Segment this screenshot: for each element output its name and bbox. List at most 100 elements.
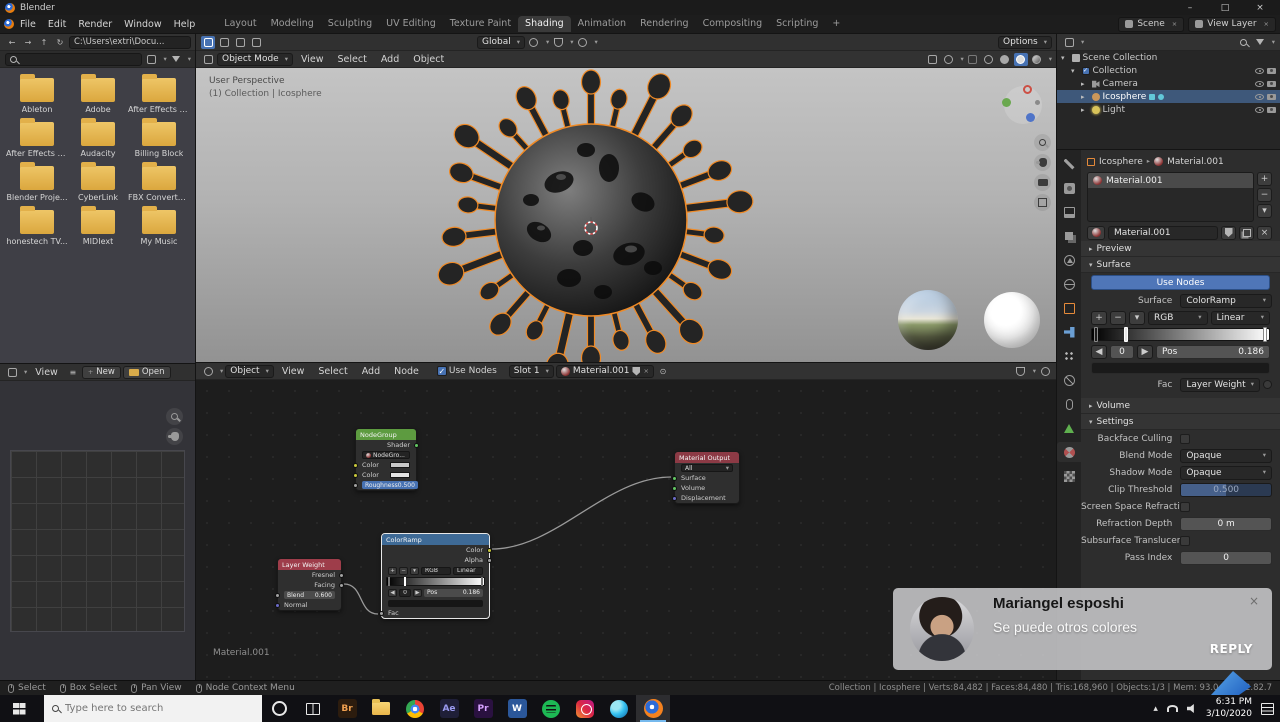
prev-stop-button[interactable]: ◀: [1091, 344, 1107, 359]
blend-input-socket[interactable]: [275, 592, 280, 598]
app-instagram[interactable]: [568, 695, 602, 722]
tab-material[interactable]: [1057, 442, 1081, 462]
file-search-input[interactable]: [20, 54, 138, 64]
tab-output[interactable]: [1057, 202, 1081, 222]
folder-item[interactable]: Blender Proje...: [6, 162, 68, 204]
menu-object[interactable]: Object: [407, 52, 450, 67]
pin-button[interactable]: ⊙: [656, 365, 670, 378]
folder-item[interactable]: My Music: [128, 206, 190, 248]
color-swatch[interactable]: [390, 472, 410, 478]
slot-specials-button[interactable]: ▾: [1257, 204, 1272, 218]
fake-user-button[interactable]: [1221, 225, 1236, 240]
ramp-stop-active[interactable]: [1123, 327, 1128, 342]
menu-select[interactable]: Select: [332, 52, 373, 67]
editor-type-button[interactable]: [201, 365, 215, 378]
chevron-down-icon[interactable]: ▾: [1033, 368, 1036, 375]
ramp-mode-select[interactable]: RGB: [421, 566, 451, 575]
options-dropdown[interactable]: Options ▾: [998, 35, 1052, 49]
active-tool-button[interactable]: [201, 35, 215, 49]
snap-toggle-button[interactable]: [551, 36, 565, 49]
panel-surface[interactable]: ▾ Surface: [1081, 257, 1280, 273]
app-word[interactable]: W: [500, 695, 534, 722]
node-material-output[interactable]: Material Output All ▾ Surface Volume Disp…: [672, 451, 740, 504]
taskbar-search[interactable]: [44, 695, 262, 722]
color-ramp-gradient[interactable]: [386, 577, 485, 586]
fac-input-socket[interactable]: [379, 610, 384, 616]
node-layer-weight[interactable]: Layer Weight Fresnel Facing Blend 0.600 N…: [275, 558, 344, 611]
nodegroup-name-field[interactable]: NodeGro...: [362, 451, 410, 459]
app-blender[interactable]: [636, 695, 670, 722]
navigation-gizmo[interactable]: [1002, 84, 1044, 128]
close-button[interactable]: ×: [1245, 0, 1275, 15]
new-image-button[interactable]: + New: [81, 365, 121, 379]
folder-item[interactable]: Ableton: [6, 74, 68, 116]
virus-model[interactable]: [421, 68, 761, 363]
display-mode-thumbnails-button[interactable]: [144, 53, 158, 66]
facing-output-socket[interactable]: [339, 582, 344, 588]
color-input-socket[interactable]: [353, 462, 358, 468]
open-image-button[interactable]: Open: [122, 365, 171, 379]
stop-index-field[interactable]: 0: [399, 588, 411, 597]
shading-solid-button[interactable]: [998, 53, 1012, 66]
color-input-socket[interactable]: [353, 472, 358, 478]
ramp-stop[interactable]: [1263, 327, 1268, 342]
chevron-down-icon[interactable]: ▾: [24, 369, 27, 376]
tab-render[interactable]: [1057, 178, 1081, 198]
displacement-input-socket[interactable]: [672, 495, 677, 501]
menu-select[interactable]: Select: [312, 364, 353, 379]
chevron-down-icon[interactable]: ▾: [1049, 56, 1052, 63]
next-stop-button[interactable]: ▶: [413, 588, 422, 597]
ramp-mode-select[interactable]: RGB ▾: [1148, 310, 1208, 325]
add-workspace-button[interactable]: +: [825, 16, 847, 32]
tab-modifiers[interactable]: [1057, 322, 1081, 342]
color-swatch[interactable]: [390, 462, 410, 468]
surface-input-socket[interactable]: [672, 475, 677, 481]
folder-item[interactable]: Audacity: [70, 118, 126, 160]
tab-shading[interactable]: Shading: [518, 16, 571, 32]
menu-add[interactable]: Add: [375, 52, 405, 67]
image-canvas-grid[interactable]: [10, 450, 185, 632]
close-icon[interactable]: ×: [1249, 594, 1259, 608]
tab-uv-editing[interactable]: UV Editing: [379, 16, 443, 32]
unlink-icon[interactable]: ×: [643, 368, 648, 375]
viewport-zoom-button[interactable]: [1034, 134, 1051, 151]
tab-tool[interactable]: [1057, 154, 1081, 174]
viewport-camera-button[interactable]: [1034, 174, 1051, 191]
outliner-row-collection[interactable]: ▾ ✓ Collection: [1057, 64, 1280, 77]
disable-in-render-icon[interactable]: [1267, 80, 1276, 87]
folder-item[interactable]: MIDIext: [70, 206, 126, 248]
menu-add[interactable]: Add: [356, 364, 386, 379]
chevron-down-icon[interactable]: ▾: [220, 368, 223, 375]
volume-icon[interactable]: [1186, 704, 1194, 713]
chevron-down-icon[interactable]: ▾: [1081, 39, 1084, 46]
app-spotify[interactable]: [534, 695, 568, 722]
new-material-button[interactable]: [1239, 225, 1254, 240]
app-file-explorer[interactable]: [364, 695, 398, 722]
chevron-down-icon[interactable]: ▾: [188, 56, 191, 63]
toggle-xray-button[interactable]: [966, 53, 980, 66]
axis-minor-icon[interactable]: [1035, 100, 1040, 105]
disable-in-render-icon[interactable]: [1267, 93, 1276, 100]
volume-input-socket[interactable]: [672, 485, 677, 491]
next-stop-button[interactable]: ▶: [1137, 344, 1153, 359]
ramp-stop-active[interactable]: [404, 577, 407, 586]
outliner-row-light[interactable]: ▸ Light: [1057, 103, 1280, 116]
axis-y-icon[interactable]: [1002, 98, 1011, 107]
tab-layout[interactable]: Layout: [217, 16, 263, 32]
screen-space-refraction-checkbox[interactable]: [1180, 501, 1191, 512]
outliner-row-camera[interactable]: ▸ Camera: [1057, 77, 1280, 90]
hide-in-viewport-icon[interactable]: [1255, 93, 1264, 100]
hide-in-viewport-icon[interactable]: [1255, 80, 1264, 87]
add-stop-button[interactable]: +: [1091, 310, 1107, 325]
blend-slider[interactable]: Blend 0.600: [284, 591, 335, 599]
hide-in-viewport-icon[interactable]: [1255, 106, 1264, 113]
folder-item[interactable]: After Effects P...: [128, 74, 190, 116]
backface-culling-checkbox[interactable]: [1180, 433, 1191, 444]
output-target-select[interactable]: All ▾: [681, 464, 733, 472]
tool-option-button[interactable]: [217, 36, 231, 49]
tab-modeling[interactable]: Modeling: [264, 16, 321, 32]
outliner-search-button[interactable]: [1237, 36, 1251, 49]
menu-view[interactable]: View: [276, 364, 311, 379]
cortana-button[interactable]: [262, 695, 296, 722]
ramp-tools-button[interactable]: ▾: [410, 566, 419, 575]
